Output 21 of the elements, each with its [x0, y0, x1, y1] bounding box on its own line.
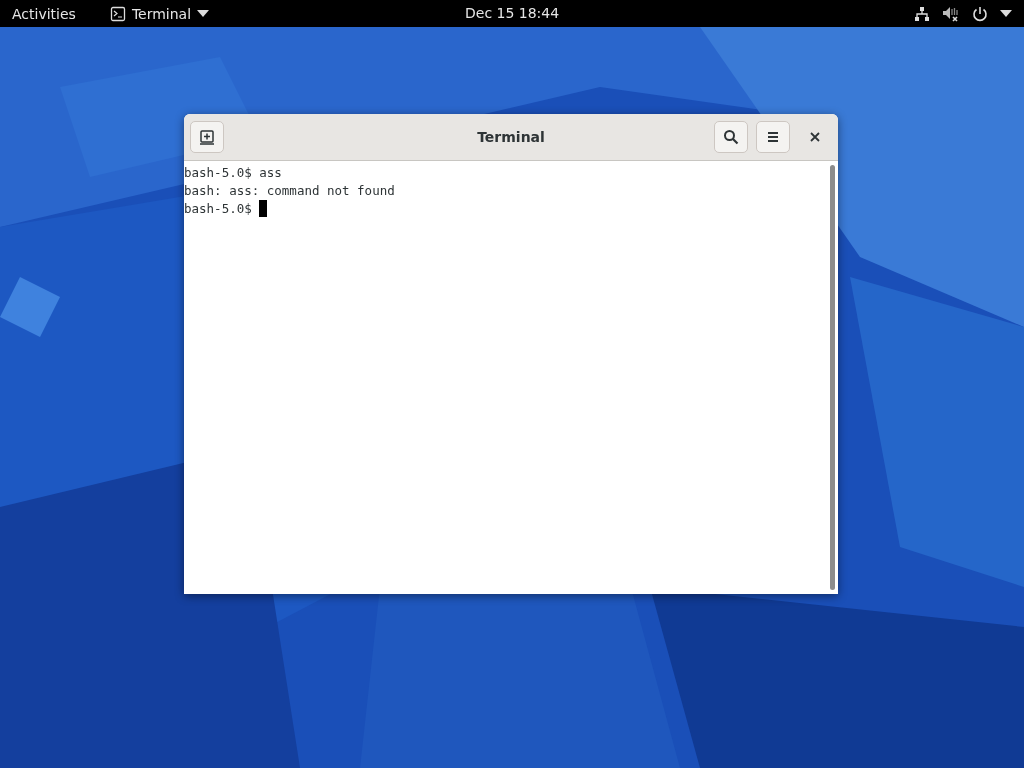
- network-icon[interactable]: [914, 5, 930, 22]
- search-icon: [723, 129, 739, 145]
- menu-button[interactable]: [756, 121, 790, 153]
- terminal-line: bash-5.0$: [184, 200, 253, 216]
- menu-icon: [765, 129, 781, 145]
- caret-icon: [197, 9, 210, 18]
- caret-icon[interactable]: [1000, 9, 1012, 18]
- activities-button[interactable]: Activities: [12, 5, 76, 22]
- new-tab-button[interactable]: [190, 121, 224, 153]
- power-icon[interactable]: [972, 5, 988, 22]
- terminal-line: bash-5.0$ ass: [184, 164, 282, 180]
- scrollbar[interactable]: [830, 165, 835, 590]
- terminal-icon: [109, 5, 126, 22]
- close-icon: [810, 132, 820, 142]
- search-button[interactable]: [714, 121, 748, 153]
- volume-muted-icon[interactable]: [942, 5, 960, 22]
- new-tab-icon: [199, 129, 215, 145]
- window-title: Terminal: [477, 129, 545, 145]
- app-menu[interactable]: Terminal: [109, 5, 210, 22]
- clock[interactable]: Dec 15 18:44: [465, 5, 560, 21]
- terminal-line: bash: ass: command not found: [184, 182, 395, 198]
